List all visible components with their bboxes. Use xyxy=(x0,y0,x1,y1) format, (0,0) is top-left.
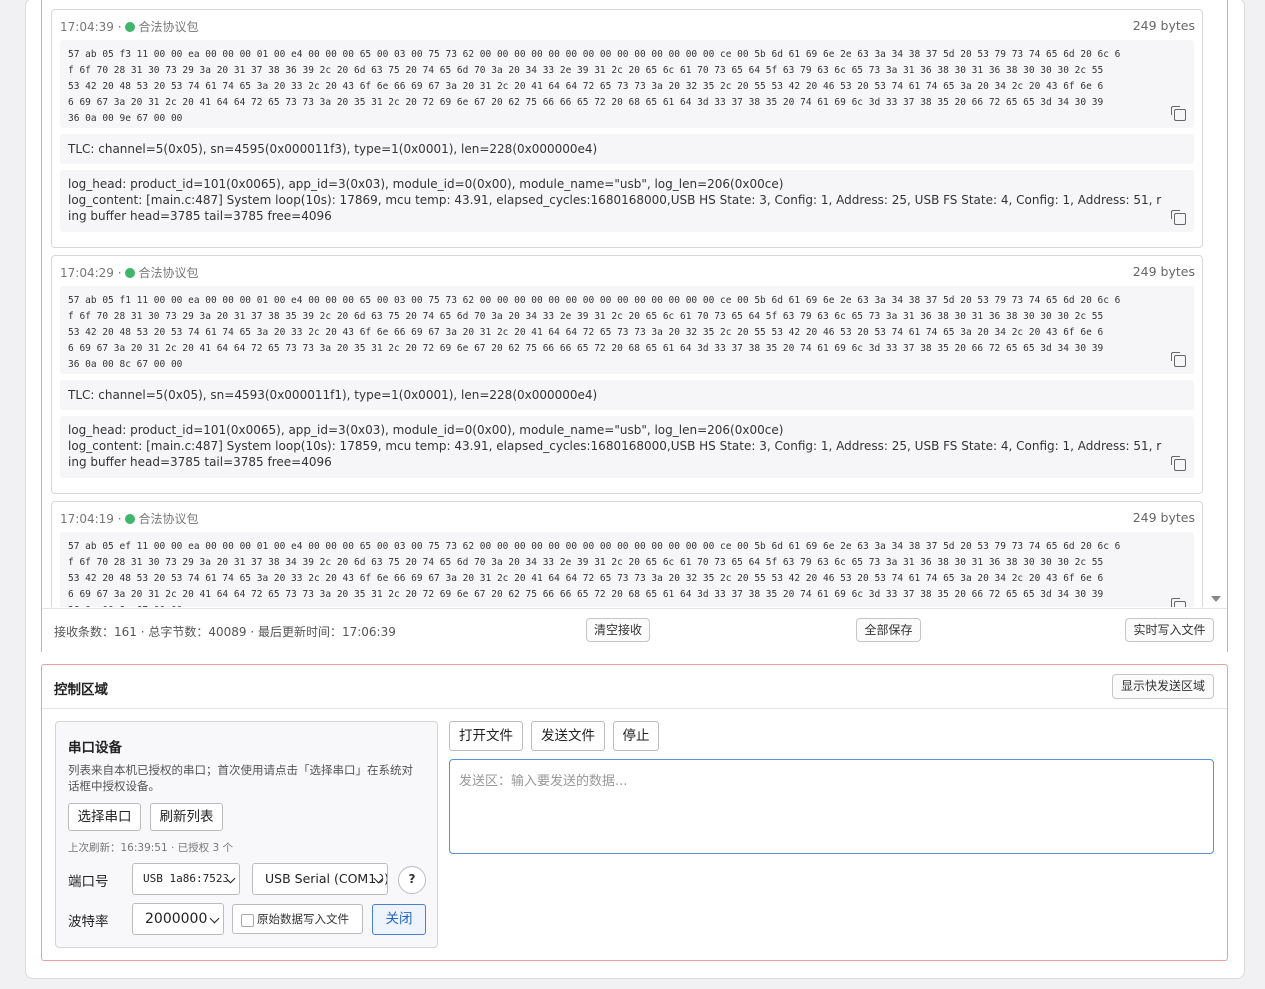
close-port-button[interactable]: 关闭 xyxy=(372,904,426,935)
stop-button[interactable]: 停止 xyxy=(613,721,659,751)
copy-icon[interactable] xyxy=(1171,352,1186,367)
packet-bytes: 249 bytes xyxy=(1132,510,1195,525)
status-dot-icon xyxy=(124,268,135,278)
packet-time: 17:04:29 · xyxy=(60,266,122,280)
serial-description: 列表来自本机已授权的串口；首次使用请点击「选择串口」在系统对话框中授权设备。 xyxy=(68,763,413,793)
scrollbar[interactable] xyxy=(1211,0,1223,607)
hex-content: 57 ab 05 f1 11 00 00 ea 00 00 00 01 00 e… xyxy=(68,295,1121,370)
chevron-down-icon xyxy=(209,913,220,924)
packet-card: 17:04:39 · 合法协议包 249 bytes 57 ab 05 f3 11… xyxy=(51,9,1203,248)
log-block: log_head: product_id=101(0x0065), app_id… xyxy=(60,170,1194,232)
copy-icon[interactable] xyxy=(1171,210,1186,225)
port-select[interactable]: USB 1a86:7523 xyxy=(132,863,240,895)
last-refresh-info: 上次刷新：16:39:51 · 已授权 3 个 xyxy=(68,842,234,854)
raw-write-label: 原始数据写入文件 xyxy=(257,912,349,926)
select-port-button[interactable]: 选择串口 xyxy=(68,803,141,831)
log-content: log_content: [main.c:487] System loop(10… xyxy=(68,439,1162,469)
packet-tag: 合法协议包 xyxy=(138,20,199,34)
tlc-block: TLC: channel=5(0x05), sn=4595(0x000011f3… xyxy=(60,134,1194,164)
open-file-button[interactable]: 打开文件 xyxy=(449,721,523,751)
hex-block: 57 ab 05 f3 11 00 00 ea 00 00 00 01 00 e… xyxy=(60,40,1194,128)
control-panel: 控制区域 显示快发送区域 串口设备 列表来自本机已授权的串口；首次使用请点击「选… xyxy=(41,664,1228,961)
scroll-down-arrow-icon[interactable] xyxy=(1211,596,1221,602)
copy-icon[interactable] xyxy=(1171,106,1186,121)
realtime-write-button[interactable]: 实时写入文件 xyxy=(1125,618,1214,642)
raw-write-toggle[interactable]: 原始数据写入文件 xyxy=(232,904,363,934)
baud-select[interactable]: 2000000 xyxy=(132,903,224,935)
help-button[interactable]: ? xyxy=(398,866,426,894)
copy-icon[interactable] xyxy=(1171,598,1186,607)
receive-panel: 17:04:39 · 合法协议包 249 bytes 57 ab 05 f3 11… xyxy=(41,0,1228,652)
control-title: 控制区域 xyxy=(54,682,108,698)
refresh-list-button[interactable]: 刷新列表 xyxy=(150,803,223,831)
packet-tag: 合法协议包 xyxy=(138,266,199,280)
packet-time: 17:04:19 · xyxy=(60,512,122,526)
port-label: 端口号 xyxy=(68,874,109,890)
log-head: log_head: product_id=101(0x0065), app_id… xyxy=(68,177,784,191)
packet-card: 17:04:29 · 合法协议包 249 bytes 57 ab 05 f1 11… xyxy=(51,255,1203,494)
copy-icon[interactable] xyxy=(1171,456,1186,471)
serial-device-box: 串口设备 列表来自本机已授权的串口；首次使用请点击「选择串口」在系统对话框中授权… xyxy=(55,721,438,948)
packet-card: 17:04:19 · 合法协议包 249 bytes 57 ab 05 ef 11… xyxy=(51,501,1203,607)
packet-time: 17:04:39 · xyxy=(60,20,122,34)
port-select-value: USB 1a86:7523 xyxy=(143,872,230,885)
baud-label: 波特率 xyxy=(68,914,109,930)
send-file-button[interactable]: 发送文件 xyxy=(531,721,605,751)
baud-value: 2000000 xyxy=(145,911,208,927)
send-placeholder: 发送区：输入要发送的数据... xyxy=(459,774,628,789)
packet-bytes: 249 bytes xyxy=(1132,18,1195,33)
tlc-block: TLC: channel=5(0x05), sn=4593(0x000011f1… xyxy=(60,380,1194,410)
hex-content: 57 ab 05 f3 11 00 00 ea 00 00 00 01 00 e… xyxy=(68,49,1121,124)
port-name-value: USB Serial (COM19) xyxy=(265,871,388,886)
save-all-button[interactable]: 全部保存 xyxy=(856,618,921,642)
control-header: 控制区域 显示快发送区域 xyxy=(42,665,1227,709)
hex-content: 57 ab 05 ef 11 00 00 ea 00 00 00 01 00 e… xyxy=(68,541,1121,607)
receive-stats: 接收条数：161 · 总字节数：40089 · 最后更新时间：17:06:39 xyxy=(54,625,396,639)
status-dot-icon xyxy=(124,514,135,524)
receive-status-bar: 接收条数：161 · 总字节数：40089 · 最后更新时间：17:06:39 … xyxy=(42,608,1227,652)
serial-title: 串口设备 xyxy=(68,740,122,756)
send-textarea[interactable]: 发送区：输入要发送的数据... xyxy=(449,759,1214,854)
log-head: log_head: product_id=101(0x0065), app_id… xyxy=(68,423,784,437)
hex-block: 57 ab 05 f1 11 00 00 ea 00 00 00 01 00 e… xyxy=(60,286,1194,374)
packet-bytes: 249 bytes xyxy=(1132,264,1195,279)
tlc-text: TLC: channel=5(0x05), sn=4595(0x000011f3… xyxy=(68,142,598,156)
packet-list[interactable]: 17:04:39 · 合法协议包 249 bytes 57 ab 05 f3 11… xyxy=(51,0,1214,607)
raw-write-checkbox[interactable] xyxy=(241,914,254,927)
log-content: log_content: [main.c:487] System loop(10… xyxy=(68,193,1162,223)
hex-block: 57 ab 05 ef 11 00 00 ea 00 00 00 01 00 e… xyxy=(60,532,1194,607)
tlc-text: TLC: channel=5(0x05), sn=4593(0x000011f1… xyxy=(68,388,598,402)
log-block: log_head: product_id=101(0x0065), app_id… xyxy=(60,416,1194,478)
show-quick-send-button[interactable]: 显示快发送区域 xyxy=(1112,674,1214,699)
port-name-select[interactable]: USB Serial (COM19) xyxy=(252,863,388,895)
clear-receive-button[interactable]: 清空接收 xyxy=(586,618,650,642)
packet-tag: 合法协议包 xyxy=(138,512,199,526)
status-dot-icon xyxy=(124,22,135,32)
